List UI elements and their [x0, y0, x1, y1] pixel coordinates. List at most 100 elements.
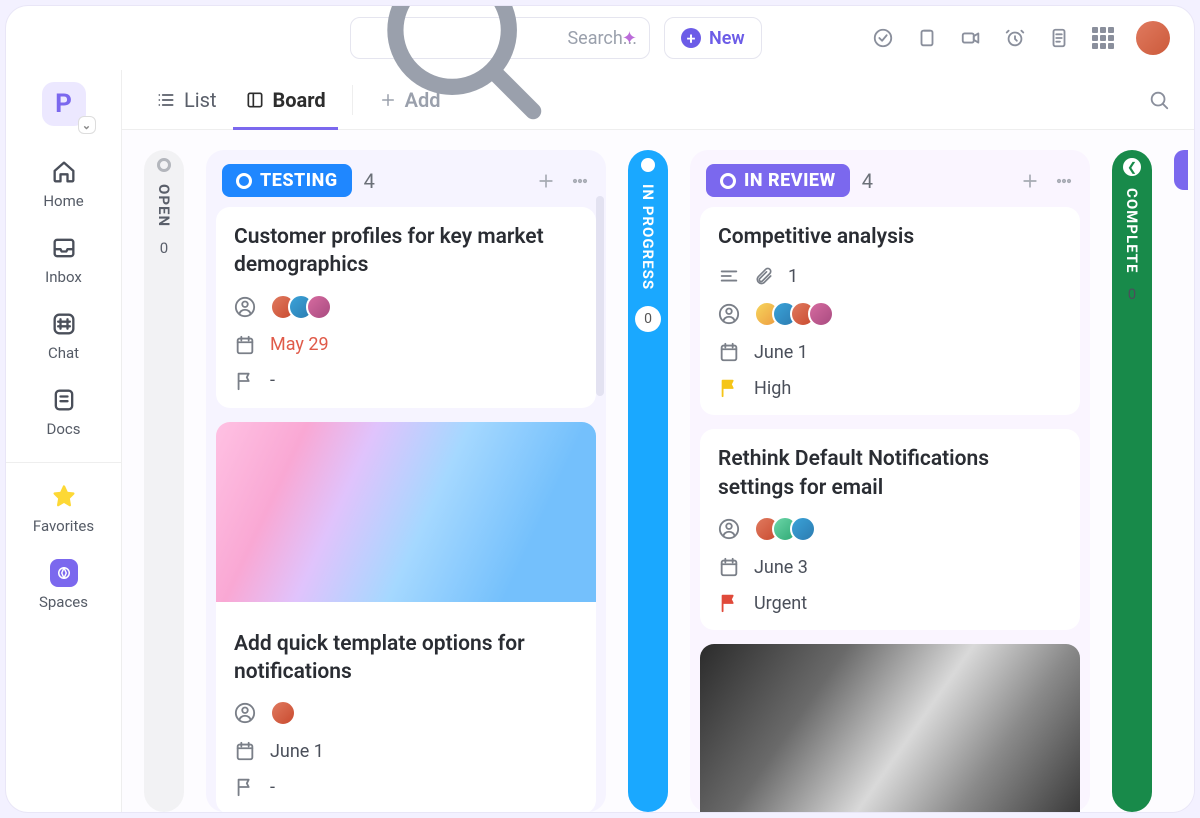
- column-open-collapsed[interactable]: OPEN 0: [144, 150, 184, 812]
- nav-label: Docs: [47, 420, 81, 438]
- ai-sparkle-icon[interactable]: ✦: [622, 28, 637, 49]
- card-title: Competitive analysis: [718, 223, 1062, 251]
- chevron-down-icon[interactable]: ⌄: [78, 116, 96, 134]
- tab-list[interactable]: List: [146, 70, 227, 129]
- chevron-left-icon: ❮: [1123, 158, 1141, 176]
- nav-chat[interactable]: Chat: [6, 300, 121, 372]
- board-icon: [245, 90, 265, 110]
- nav-home[interactable]: Home: [6, 148, 121, 220]
- column-label: COMPLETE: [1123, 188, 1141, 273]
- column-count: 4: [364, 169, 375, 193]
- column-header: TESTING 4: [216, 160, 596, 207]
- global-search[interactable]: Search... ✦: [350, 17, 650, 59]
- new-button-label: New: [709, 28, 745, 49]
- priority: High: [754, 378, 791, 399]
- alarm-icon[interactable]: [1004, 27, 1026, 49]
- add-task-icon[interactable]: [536, 171, 556, 191]
- card-cover-image: [700, 644, 1080, 812]
- card-title: Customer profiles for key market demogra…: [234, 223, 578, 280]
- priority: -: [270, 370, 275, 391]
- attachment-icon: [754, 266, 774, 286]
- view-tabs: List Board Add: [122, 70, 1194, 130]
- spaces-icon: [50, 559, 78, 587]
- doc-icon[interactable]: [1048, 27, 1070, 49]
- nav-label: Spaces: [39, 593, 88, 611]
- attachment-count: 1: [788, 266, 798, 287]
- flag-icon: [234, 370, 256, 392]
- column-label: OPEN: [155, 184, 173, 227]
- priority: Urgent: [754, 593, 807, 614]
- person-icon: [234, 702, 256, 724]
- flag-icon: [718, 592, 740, 614]
- top-bar: Search... ✦ + New: [6, 6, 1194, 70]
- new-button[interactable]: + New: [664, 17, 762, 59]
- status-pill-testing[interactable]: TESTING: [222, 164, 352, 197]
- card-cover-image: [216, 422, 596, 602]
- user-avatar[interactable]: [1136, 21, 1170, 55]
- tab-add-view[interactable]: Add: [369, 70, 451, 129]
- top-utility-icons: [872, 21, 1170, 55]
- person-icon: [718, 303, 740, 325]
- nav-favorites[interactable]: Favorites: [6, 473, 121, 545]
- task-card[interactable]: Competitive analysis 1: [700, 207, 1080, 415]
- next-column-peek[interactable]: [1174, 150, 1188, 190]
- left-sidebar: P ⌄ Home Inbox Chat Docs Favor: [6, 70, 122, 812]
- plus-icon: [379, 91, 397, 109]
- task-card[interactable]: [700, 644, 1080, 812]
- column-count: 0: [635, 306, 661, 332]
- assignee-avatars[interactable]: [754, 301, 834, 327]
- home-icon: [50, 158, 78, 186]
- nav-label: Inbox: [45, 268, 82, 286]
- more-icon[interactable]: [570, 171, 590, 191]
- video-icon[interactable]: [960, 27, 982, 49]
- nav-label: Home: [43, 192, 83, 210]
- more-icon[interactable]: [1054, 171, 1074, 191]
- status-dot: [641, 158, 655, 172]
- scrollbar[interactable]: [596, 196, 604, 396]
- tab-divider: [352, 85, 353, 115]
- add-task-icon[interactable]: [1020, 171, 1040, 191]
- calendar-icon: [234, 740, 256, 762]
- task-card[interactable]: Customer profiles for key market demogra…: [216, 207, 596, 408]
- column-header: IN REVIEW 4: [700, 160, 1080, 207]
- card-title: Rethink Default Notifications settings f…: [718, 445, 1062, 502]
- calendar-icon: [718, 556, 740, 578]
- inbox-icon: [50, 234, 78, 262]
- clipboard-icon[interactable]: [916, 27, 938, 49]
- nav-label: Favorites: [33, 517, 94, 535]
- status-ring-icon: [720, 173, 736, 189]
- column-label: IN PROGRESS: [639, 184, 657, 290]
- status-pill-in-review[interactable]: IN REVIEW: [706, 164, 850, 197]
- check-circle-icon[interactable]: [872, 27, 894, 49]
- assignee-avatars[interactable]: [270, 294, 332, 320]
- search-icon[interactable]: [1148, 89, 1170, 111]
- workspace-switcher[interactable]: P ⌄: [42, 82, 86, 126]
- column-in-review: IN REVIEW 4 Competitive analysis: [690, 150, 1090, 812]
- docs-icon: [50, 386, 78, 414]
- calendar-icon: [234, 334, 256, 356]
- nav-inbox[interactable]: Inbox: [6, 224, 121, 296]
- assignee-avatars[interactable]: [270, 700, 296, 726]
- column-count: 0: [1128, 285, 1136, 303]
- kanban-board: OPEN 0 TESTING 4: [122, 130, 1194, 812]
- workspace-initial: P: [55, 89, 72, 119]
- apps-grid-icon[interactable]: [1092, 27, 1114, 49]
- status-dot: [157, 158, 171, 172]
- list-icon: [156, 90, 176, 110]
- person-icon: [718, 518, 740, 540]
- column-in-progress-collapsed[interactable]: IN PROGRESS 0: [628, 150, 668, 812]
- tab-label: Add: [405, 88, 441, 112]
- task-card[interactable]: Add quick template options for notificat…: [216, 422, 596, 812]
- nav-label: Chat: [48, 344, 79, 362]
- tab-board[interactable]: Board: [235, 70, 336, 129]
- nav-docs[interactable]: Docs: [6, 376, 121, 448]
- hash-icon: [50, 310, 78, 338]
- due-date: June 1: [754, 342, 808, 363]
- column-complete-collapsed[interactable]: ❮ COMPLETE 0: [1112, 150, 1152, 812]
- main-area: List Board Add OPEN 0: [122, 70, 1194, 812]
- task-card[interactable]: Rethink Default Notifications settings f…: [700, 429, 1080, 630]
- nav-spaces[interactable]: Spaces: [6, 549, 121, 621]
- assignee-avatars[interactable]: [754, 516, 816, 542]
- column-count: 4: [862, 169, 873, 193]
- person-icon: [234, 296, 256, 318]
